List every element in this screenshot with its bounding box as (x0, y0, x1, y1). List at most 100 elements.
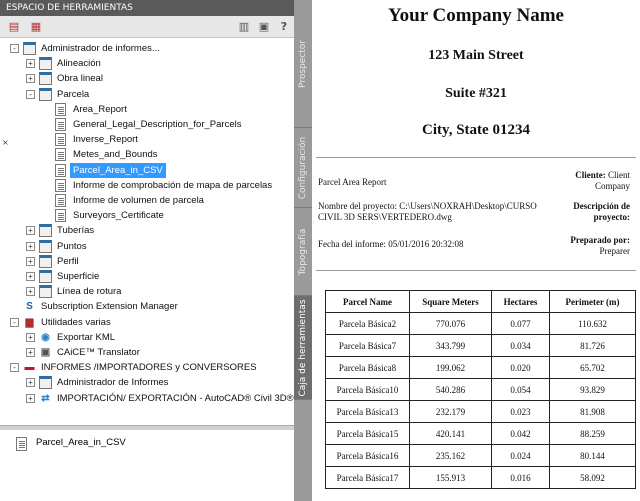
report-icon (55, 118, 66, 131)
tree-item-label: Línea de rotura (57, 286, 122, 298)
table-cell: 0.034 (491, 334, 550, 357)
tree-item-label: INFORMES /IMPORTADORES y CONVERSORES (41, 362, 257, 374)
item-detail-pane: Parcel_Area_in_CSV (0, 430, 294, 501)
date-line: Fecha del informe: 05/01/2016 20:32:08 (318, 239, 464, 250)
help-icon[interactable]: ? (276, 19, 292, 34)
table-cell: 0.024 (491, 444, 550, 467)
expand-toggle-icon[interactable]: + (26, 74, 35, 84)
tree-item-label: Administrador de informes... (41, 43, 160, 54)
table-cell: 232.179 (409, 400, 492, 423)
detail-report-icon (16, 437, 27, 451)
table-cell: 0.016 (491, 466, 550, 489)
tree-item[interactable]: - Administrador de informes... (0, 41, 294, 56)
expand-toggle-icon[interactable]: + (26, 332, 35, 342)
tree-item-label: Obra lineal (57, 73, 103, 85)
tree-item-label: IMPORTACIÓN/ EXPORTACIÓN - AutoCAD® Civi… (57, 392, 294, 404)
expand-toggle-icon[interactable]: + (26, 393, 35, 403)
view-toggle-icon[interactable]: ▥ (236, 19, 252, 34)
side-tab[interactable]: Configuración (294, 128, 312, 208)
tree-item-label: Exportar KML (57, 331, 116, 343)
header-divider (316, 157, 636, 158)
tree-item[interactable]: S Subscription Extension Manager (0, 299, 294, 314)
folder-icon (39, 224, 52, 238)
table-cell: Parcela Básica17 (325, 466, 410, 489)
tree-item-label: Informe de comprobación de mapa de parce… (73, 179, 273, 191)
report-settings-icon[interactable]: ▤ (6, 19, 22, 34)
tree-item[interactable]: Parcel_Area_in_CSV (0, 162, 294, 178)
tree-item-label: Perfil (57, 255, 79, 267)
table-row: Parcela Básica13 232.179 0.023 81.908 (325, 400, 636, 423)
tree-item-label: Alineación (57, 58, 101, 70)
table-cell: 0.077 (491, 312, 550, 335)
toolspace-toolbar: ▤ ▦ ▥ ▣ ? (0, 16, 294, 38)
side-tab[interactable]: Topografía (294, 208, 312, 296)
tree-item-label: General_Legal_Description_for_Parcels (73, 119, 242, 130)
globe-icon: ◉ (41, 331, 50, 343)
tree-item[interactable]: + Obra lineal (0, 71, 294, 86)
expand-toggle-icon[interactable]: + (26, 378, 35, 388)
table-cell: 420.141 (409, 422, 492, 445)
tree-item[interactable]: Metes_and_Bounds (0, 147, 294, 162)
date-value: 05/01/2016 20:32:08 (388, 239, 464, 249)
project-desc-label: Descripción de proyecto: (573, 201, 630, 222)
report-icon (55, 194, 66, 207)
expand-toggle-icon[interactable]: + (26, 241, 35, 251)
panel-close-icon[interactable]: × (2, 138, 9, 147)
tree-item[interactable]: + Puntos (0, 239, 294, 254)
expand-toggle-icon[interactable]: + (26, 59, 35, 69)
tree-item[interactable]: + Perfil (0, 254, 294, 269)
table-cell: 81.726 (549, 334, 636, 357)
tree-item[interactable]: + Superficie (0, 269, 294, 284)
collapse-toggle-icon[interactable]: - (10, 363, 19, 373)
toolspace-side-tabs: Prospector Configuración Topografía Caja de… (294, 0, 312, 501)
expand-toggle-icon[interactable]: + (26, 272, 35, 281)
table-row: Parcela Básica16 235.162 0.024 80.144 (325, 444, 636, 467)
prepared-value: Preparer (599, 246, 630, 256)
column-header: Hectares (491, 290, 550, 313)
tree-item[interactable]: + ⇄ IMPORTACIÓN/ EXPORTACIÓN - AutoCAD® Ci… (0, 391, 294, 406)
table-cell: 88.259 (549, 422, 636, 445)
expand-toggle-icon[interactable]: + (26, 226, 35, 236)
client-label: Cliente: (575, 170, 606, 180)
toolspace-panel: ESPACIO DE HERRAMIENTAS ▤ ▦ ▥ ▣ ? - Admin… (0, 0, 312, 501)
item-view-icon[interactable]: ▣ (256, 19, 272, 34)
expand-toggle-icon[interactable]: + (26, 256, 35, 266)
report-title: Parcel Area Report (318, 177, 387, 187)
tree-item[interactable]: - Parcela (0, 87, 294, 102)
tree-item-label: Inverse_Report (73, 134, 138, 146)
collapse-toggle-icon[interactable]: - (26, 89, 35, 99)
tree-item-label: Surveyors_Certificate (73, 210, 164, 222)
tree-item[interactable]: Area_Report (0, 102, 294, 117)
tree-item[interactable]: Informe de comprobación de mapa de parce… (0, 178, 294, 193)
tree-item-label: Informe de volumen de parcela (73, 195, 204, 206)
tree-item-label: Metes_and_Bounds (73, 149, 158, 161)
side-tab[interactable]: Prospector (294, 0, 312, 128)
table-cell: 235.162 (409, 444, 492, 467)
tree-item[interactable]: + ▣ CAiCE™ Translator (0, 345, 294, 360)
toolbox-icon: ▆ (25, 316, 34, 328)
tree-item[interactable]: - ▬ INFORMES /IMPORTADORES y CONVERSORES (0, 360, 294, 375)
collapse-toggle-icon[interactable]: - (10, 44, 19, 53)
expand-toggle-icon[interactable]: + (26, 287, 35, 297)
tree-item[interactable]: - ▆ Utilidades varias (0, 315, 294, 330)
expand-toggle-icon[interactable]: + (26, 348, 35, 357)
tree-item[interactable]: + Línea de rotura (0, 284, 294, 299)
side-tab[interactable]: Caja de herramientas (294, 296, 312, 400)
tree-item[interactable]: + ◉ Exportar KML (0, 330, 294, 345)
column-header: Perimeter (m) (549, 290, 636, 313)
tree-item-label: Superficie (57, 271, 100, 282)
folder-icon (23, 42, 36, 55)
tree-item[interactable]: + Administrador de Informes (0, 375, 294, 390)
tree-item-label: Parcela (57, 88, 90, 100)
tree-item[interactable]: Surveyors_Certificate (0, 208, 294, 223)
report-icon (55, 209, 66, 223)
tree-item[interactable]: + Alineación (0, 56, 294, 71)
tree-item[interactable]: Inverse_Report (0, 132, 294, 147)
collapse-toggle-icon[interactable]: - (10, 317, 19, 327)
tree-item[interactable]: General_Legal_Description_for_Parcels (0, 117, 294, 132)
table-cell: 80.144 (549, 444, 636, 467)
meta-divider (316, 270, 636, 271)
tree-item[interactable]: Informe de volumen de parcela (0, 193, 294, 208)
tree-item[interactable]: + Tuberías (0, 223, 294, 238)
edit-report-icon[interactable]: ▦ (28, 19, 44, 34)
